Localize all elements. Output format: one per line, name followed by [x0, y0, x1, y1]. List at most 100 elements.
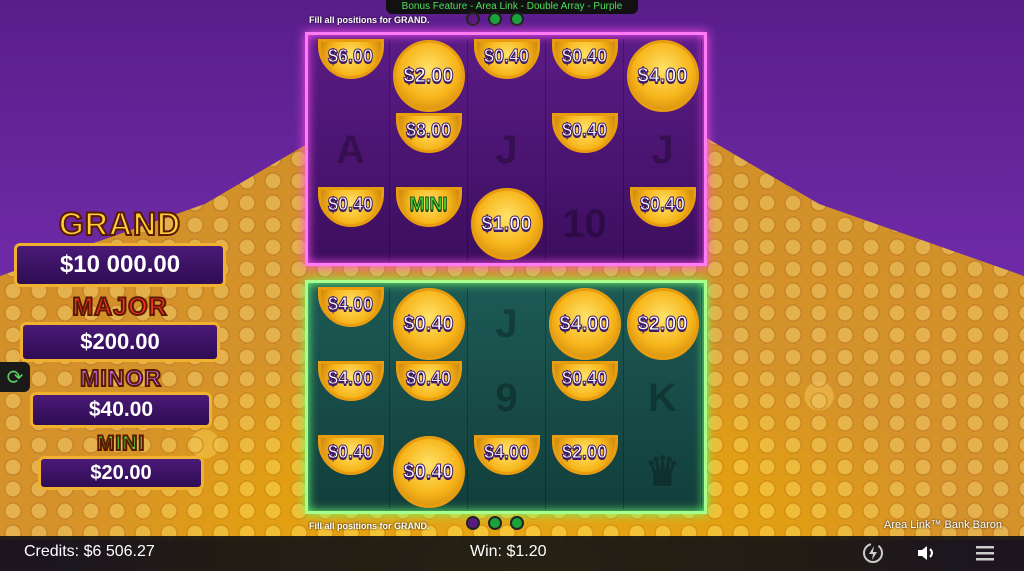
reel-symbol: ♛	[644, 450, 681, 494]
reel-cell: J	[468, 113, 546, 187]
progress-dot	[466, 516, 480, 530]
reel-cell: 9	[468, 361, 546, 435]
reel-cell: 10	[546, 187, 624, 261]
progress-dot	[488, 12, 502, 26]
reel-cell: $0.40	[390, 287, 468, 361]
reel-cell: $4.00	[468, 435, 546, 509]
reel-cell: $0.40	[624, 187, 702, 261]
progress-dot	[510, 516, 524, 530]
reel-cell: $4.00	[546, 287, 624, 361]
cash-coin: $1.00	[470, 188, 543, 260]
cash-coin: $0.40	[551, 361, 618, 401]
reel-cell: $0.40	[312, 435, 390, 509]
coin-value: $1.00	[481, 212, 532, 235]
cash-coin: $4.00	[626, 40, 699, 112]
cash-coin: $0.40	[629, 187, 696, 227]
cash-coin: $4.00	[317, 287, 384, 327]
reel-symbol: 9	[495, 375, 518, 420]
cash-coin: $0.40	[392, 436, 465, 508]
major-value: $200.00	[20, 322, 220, 362]
reel-cell: MINI	[390, 187, 468, 261]
grand-value: $10 000.00	[14, 243, 226, 287]
minor-value: $40.00	[30, 392, 212, 428]
cash-coin: $4.00	[317, 361, 384, 401]
mini-jackpot: MINI $20.00	[38, 431, 204, 490]
teal-reel-grid: $4.00 $0.40 J $4.00 $2.00 $4.00 $0.40 9 $0.40 K $0…	[305, 280, 707, 514]
purple-reel-grid: $6.00 $2.00 $0.40 $0.40 $4.00 A $8.00 J $0.40 J $0…	[305, 32, 707, 266]
coin-value: $0.40	[639, 193, 686, 214]
reel-cell: J	[624, 113, 702, 187]
reel-cell: ♛	[624, 435, 702, 509]
minor-jackpot: MINOR $40.00	[30, 364, 212, 428]
coin-value: $2.00	[637, 312, 688, 335]
coin-value: $4.00	[327, 367, 374, 388]
reel-cell: $0.40	[390, 361, 468, 435]
reel-cell: A	[312, 113, 390, 187]
cash-coin: $4.00	[548, 288, 621, 360]
coin-value: MINI	[409, 193, 448, 214]
major-label: MAJOR	[71, 292, 168, 322]
autoplay-toggle-icon[interactable]: ⟳	[0, 362, 30, 392]
coin-value: $0.40	[327, 193, 374, 214]
cash-coin: $6.00	[317, 39, 384, 79]
mini-coin: MINI	[395, 187, 462, 227]
progress-dot	[488, 516, 502, 530]
mini-label: MINI	[96, 431, 146, 456]
reel-symbol: A	[336, 127, 365, 172]
coin-value: $2.00	[561, 441, 608, 462]
cash-coin: $2.00	[626, 288, 699, 360]
coin-value: $0.40	[327, 441, 374, 462]
reel-cell: $2.00	[624, 287, 702, 361]
coin-value: $0.40	[561, 367, 608, 388]
reel-cell: $2.00	[546, 435, 624, 509]
mini-value: $20.00	[38, 456, 204, 490]
cash-coin: $0.40	[551, 113, 618, 153]
win-display: Win: $1.20	[470, 543, 547, 560]
grand-jackpot: GRAND $10 000.00	[14, 205, 226, 287]
cash-coin: $0.40	[551, 39, 618, 79]
progress-dot	[510, 12, 524, 26]
cash-coin: $2.00	[551, 435, 618, 475]
coin-value: $8.00	[405, 119, 452, 140]
cash-coin: $0.40	[317, 435, 384, 475]
coin-value: $6.00	[327, 45, 374, 66]
cash-coin: $0.40	[473, 39, 540, 79]
reel-cell: $6.00	[312, 39, 390, 113]
turbo-icon[interactable]	[858, 539, 888, 567]
coin-value: $4.00	[327, 293, 374, 314]
reel-cell: $2.00	[390, 39, 468, 113]
reel-cell: $4.00	[312, 287, 390, 361]
bottom-grid-hint: Fill all positions for GRAND.	[309, 521, 430, 531]
top-progress-dots	[466, 12, 524, 26]
major-jackpot: MAJOR $200.00	[20, 292, 220, 362]
minor-label: MINOR	[79, 364, 162, 392]
sound-icon[interactable]	[912, 539, 942, 567]
coin-value: $2.00	[403, 64, 454, 87]
bottom-status-bar: Credits: $6 506.27 Win: $1.20	[0, 536, 1024, 571]
reel-cell: K	[624, 361, 702, 435]
cash-coin: $4.00	[473, 435, 540, 475]
reel-cell: $0.40	[546, 361, 624, 435]
reel-cell: $4.00	[624, 39, 702, 113]
reel-cell: $0.40	[468, 39, 546, 113]
reel-cell: $1.00	[468, 187, 546, 261]
reel-cell: $0.40	[312, 187, 390, 261]
coin-value: $0.40	[561, 45, 608, 66]
reel-symbol: K	[648, 375, 677, 420]
coin-value: $0.40	[403, 460, 454, 483]
reel-symbol: 10	[562, 201, 607, 246]
reel-cell: $4.00	[312, 361, 390, 435]
coin-value: $4.00	[637, 64, 688, 87]
reel-symbol: J	[495, 301, 518, 346]
cash-coin: $0.40	[395, 361, 462, 401]
menu-icon[interactable]	[970, 539, 1000, 567]
cash-coin: $0.40	[317, 187, 384, 227]
coin-value: $4.00	[559, 312, 610, 335]
grand-label: GRAND	[58, 205, 182, 243]
reel-cell: $0.40	[546, 113, 624, 187]
reel-cell: J	[468, 287, 546, 361]
reel-cell: $0.40	[546, 39, 624, 113]
coin-value: $0.40	[561, 119, 608, 140]
bottom-progress-dots	[466, 516, 524, 530]
top-grid-hint: Fill all positions for GRAND.	[309, 15, 430, 25]
